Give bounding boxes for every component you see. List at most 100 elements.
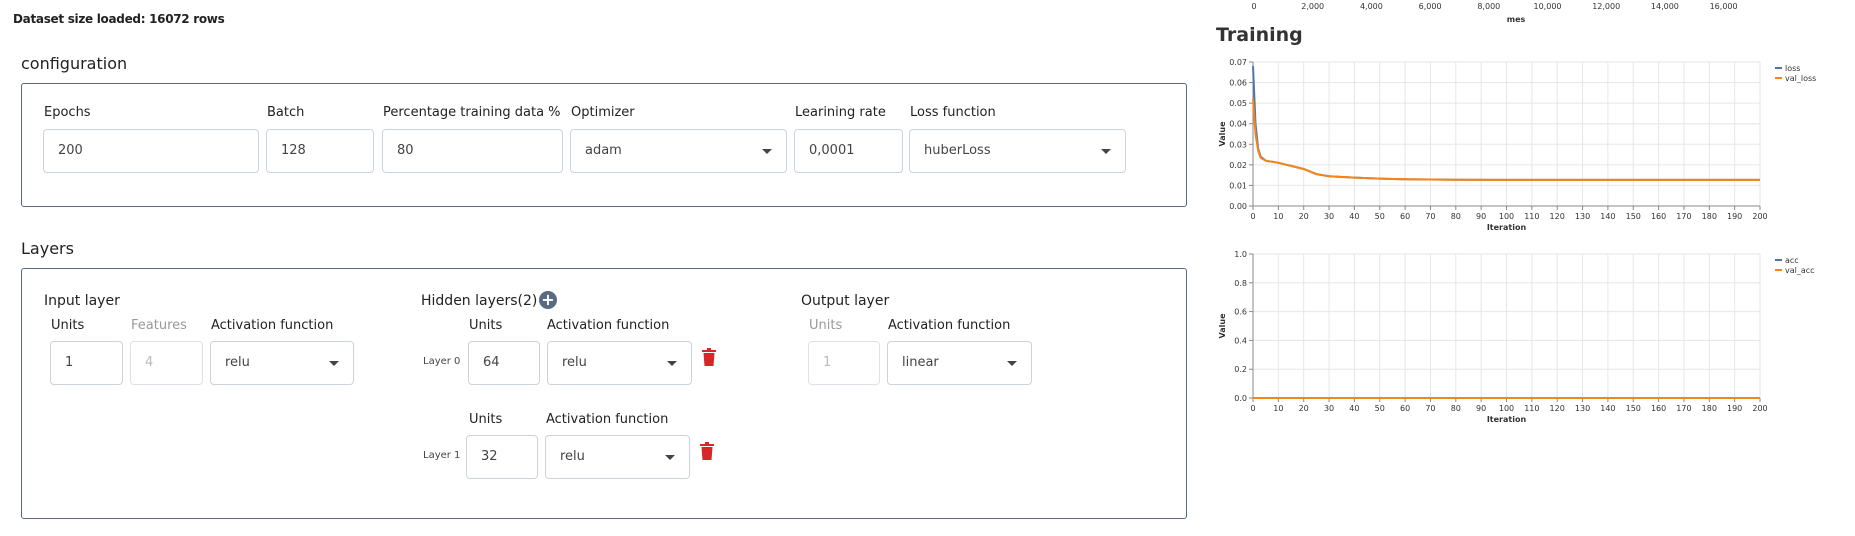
- percentage-input[interactable]: 80: [382, 129, 563, 173]
- layer-tag: Layer 1: [423, 450, 461, 461]
- x-tick-label: 40: [1349, 404, 1359, 413]
- x-tick-label: 130: [1575, 404, 1590, 413]
- x-tick-label: 0: [1250, 212, 1255, 221]
- chevron-down-icon: [1101, 149, 1111, 154]
- add-layer-icon[interactable]: +: [539, 291, 557, 309]
- x-tick-label: 140: [1600, 404, 1615, 413]
- epochs-input[interactable]: 200: [43, 129, 259, 173]
- hidden-activation-select[interactable]: relu: [545, 435, 690, 479]
- x-tick-label: 180: [1702, 404, 1717, 413]
- x-tick-label: 40: [1349, 212, 1359, 221]
- x-tick-label: 120: [1550, 404, 1565, 413]
- output-activation-select[interactable]: linear: [887, 341, 1032, 385]
- chevron-down-icon: [762, 149, 772, 154]
- x-tick-label: 80: [1451, 212, 1461, 221]
- output-layer-title: Output layer: [801, 293, 890, 309]
- optimizer-select[interactable]: adam: [570, 129, 787, 173]
- input-activation-select[interactable]: relu: [210, 341, 354, 385]
- hidden-units-input[interactable]: 64: [468, 341, 540, 385]
- y-tick-label: 0.8: [1234, 279, 1247, 288]
- y-tick-label: 0.00: [1229, 202, 1247, 211]
- optimizer-label: Optimizer: [571, 105, 635, 120]
- x-tick-label: 160: [1651, 212, 1666, 221]
- configuration-title: configuration: [21, 54, 128, 73]
- top-axis: 0 2,000 4,000 6,000 8,000 10,000 12,000 14,000 1…: [1251, 2, 1738, 24]
- x-tick-label: 30: [1324, 404, 1334, 413]
- x-tick-label: 110: [1524, 404, 1539, 413]
- dataset-size-text: Dataset size loaded: 16072 rows: [13, 12, 225, 26]
- hidden-activation-value: relu: [562, 355, 587, 370]
- x-tick-label: 150: [1626, 212, 1641, 221]
- top-axis-label: mes: [1507, 15, 1526, 24]
- x-tick-label: 20: [1299, 212, 1309, 221]
- chevron-down-icon: [1007, 361, 1017, 366]
- layers-title: Layers: [21, 239, 74, 258]
- y-tick-label: 0.02: [1229, 161, 1247, 170]
- input-features-input: 4: [130, 341, 203, 385]
- x-tick-label: 200: [1752, 212, 1767, 221]
- y-axis-label: Value: [1218, 313, 1227, 339]
- hidden-activation-select[interactable]: relu: [547, 341, 692, 385]
- x-tick-label: 180: [1702, 212, 1717, 221]
- x-tick-label: 170: [1676, 404, 1691, 413]
- hidden-activation-label: Activation function: [547, 318, 670, 333]
- y-tick-label: 0.03: [1229, 140, 1247, 149]
- x-tick-label: 80: [1451, 404, 1461, 413]
- top-axis-tick-label: 16,000: [1710, 2, 1738, 11]
- layers-panel: Input layer Units 1 Features 4 Activatio…: [21, 268, 1187, 519]
- loss-function-select[interactable]: huberLoss: [909, 129, 1126, 173]
- input-activation-label: Activation function: [211, 318, 334, 333]
- hidden-activation-value: relu: [560, 449, 585, 464]
- x-tick-label: 140: [1600, 212, 1615, 221]
- trash-icon[interactable]: [700, 442, 714, 460]
- x-tick-label: 30: [1324, 212, 1334, 221]
- trash-icon[interactable]: [702, 348, 716, 366]
- loss-function-value: huberLoss: [924, 143, 991, 158]
- hidden-units-input[interactable]: 32: [466, 435, 538, 479]
- top-axis-tick-label: 0: [1251, 2, 1256, 11]
- legend-label: acc: [1785, 256, 1799, 265]
- x-tick-label: 90: [1476, 212, 1486, 221]
- x-tick-label: 160: [1651, 404, 1666, 413]
- top-axis-tick-label: 2,000: [1301, 2, 1324, 11]
- y-tick-label: 0.6: [1234, 308, 1247, 317]
- legend-label: loss: [1785, 64, 1800, 73]
- loss-function-label: Loss function: [910, 105, 996, 120]
- input-units-input[interactable]: 1: [50, 341, 123, 385]
- top-axis-tick-label: 8,000: [1477, 2, 1500, 11]
- x-tick-label: 120: [1550, 212, 1565, 221]
- input-features-label: Features: [131, 318, 187, 333]
- input-units-label: Units: [51, 318, 85, 333]
- y-tick-label: 0.2: [1234, 365, 1247, 374]
- configuration-panel: Epochs 200 Batch 128 Percentage training…: [21, 83, 1187, 207]
- x-tick-label: 60: [1400, 212, 1410, 221]
- layer-tag: Layer 0: [423, 356, 461, 367]
- x-tick-label: 20: [1299, 404, 1309, 413]
- x-tick-label: 0: [1250, 404, 1255, 413]
- hidden-units-label: Units: [469, 318, 503, 333]
- x-tick-label: 130: [1575, 212, 1590, 221]
- y-tick-label: 1.0: [1234, 250, 1247, 259]
- x-tick-label: 50: [1375, 212, 1385, 221]
- output-units-input: 1: [808, 341, 880, 385]
- learning-rate-input[interactable]: 0,0001: [794, 129, 903, 173]
- y-axis-label: Value: [1218, 121, 1227, 147]
- y-tick-label: 0.06: [1229, 79, 1247, 88]
- training-title: Training: [1216, 24, 1303, 46]
- chevron-down-icon: [667, 361, 677, 366]
- x-axis-label: Iteration: [1487, 415, 1527, 424]
- batch-input[interactable]: 128: [266, 129, 374, 173]
- loss-chart: 0.00 0.01 0.02 0.03 0.04 0.05 0.06 0.07 0 10 20 30 4…: [1218, 58, 1816, 232]
- x-tick-label: 60: [1400, 404, 1410, 413]
- x-tick-label: 70: [1425, 212, 1435, 221]
- x-tick-label: 100: [1499, 404, 1514, 413]
- y-tick-label: 0.0: [1234, 394, 1247, 403]
- x-tick-label: 10: [1273, 212, 1283, 221]
- x-tick-label: 190: [1727, 404, 1742, 413]
- top-axis-tick-label: 14,000: [1651, 2, 1679, 11]
- y-tick-label: 0.05: [1229, 99, 1247, 108]
- y-tick-label: 0.04: [1229, 120, 1247, 129]
- y-tick-label: 0.07: [1229, 58, 1247, 67]
- top-axis-tick-label: 4,000: [1360, 2, 1383, 11]
- x-tick-label: 10: [1273, 404, 1283, 413]
